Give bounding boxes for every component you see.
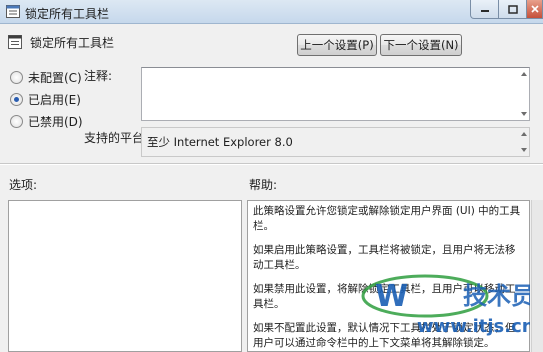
previous-setting-button[interactable]: 上一个设置(P)	[297, 34, 377, 56]
scroll-up-arrow-icon	[521, 132, 527, 136]
help-paragraph: 如果启用此策略设置，工具栏将被锁定，且用户将无法移动工具栏。	[253, 244, 516, 271]
help-scrollbar[interactable]	[531, 200, 543, 352]
platform-label: 支持的平台:	[84, 131, 149, 145]
radio-disabled[interactable]: 已禁用(D)	[10, 113, 83, 130]
minimize-button[interactable]	[470, 0, 499, 19]
platform-value: 至少 Internet Explorer 8.0	[147, 135, 293, 149]
radio-enabled[interactable]: 已启用(E)	[10, 91, 81, 108]
window-title: 锁定所有工具栏	[25, 7, 110, 21]
title-bar: 锁定所有工具栏	[0, 0, 543, 24]
svg-text:技术员: 技术员	[463, 282, 530, 310]
minimize-icon	[480, 10, 489, 12]
scroll-down-arrow-icon[interactable]	[521, 112, 527, 116]
radio-button-selected[interactable]	[10, 93, 23, 106]
maximize-icon	[507, 4, 518, 14]
comment-textarea[interactable]	[141, 67, 530, 121]
radio-label: 未配置(C)	[28, 71, 82, 85]
site-watermark-logo: W 技术员 www.itjs.cn	[361, 274, 530, 337]
radio-label: 已禁用(D)	[28, 115, 83, 129]
close-icon	[530, 5, 539, 13]
help-paragraph: 此策略设置允许您锁定或解除锁定用户界面 (UI) 中的工具栏。	[253, 205, 521, 232]
help-label: 帮助:	[249, 178, 278, 192]
radio-button[interactable]	[10, 71, 23, 84]
policy-name: 锁定所有工具栏	[30, 36, 115, 50]
comment-label: 注释:	[84, 69, 113, 83]
policy-setting-icon	[8, 35, 22, 49]
options-label: 选项:	[9, 178, 38, 192]
scroll-down-arrow-icon	[521, 148, 527, 152]
options-panel	[8, 200, 242, 352]
platform-value-box: 至少 Internet Explorer 8.0	[141, 127, 530, 157]
watermark-w-letter: W	[375, 279, 408, 314]
radio-not-configured[interactable]: 未配置(C)	[10, 69, 82, 86]
svg-text:www.itjs.cn: www.itjs.cn	[417, 316, 530, 337]
close-button[interactable]	[527, 0, 543, 19]
policy-window-icon	[6, 5, 20, 18]
maximize-button[interactable]	[499, 0, 527, 19]
radio-label: 已启用(E)	[28, 93, 81, 107]
next-setting-button[interactable]: 下一个设置(N)	[380, 34, 462, 56]
scroll-up-arrow-icon[interactable]	[521, 72, 527, 76]
section-divider-highlight	[0, 164, 543, 165]
radio-button[interactable]	[10, 115, 23, 128]
